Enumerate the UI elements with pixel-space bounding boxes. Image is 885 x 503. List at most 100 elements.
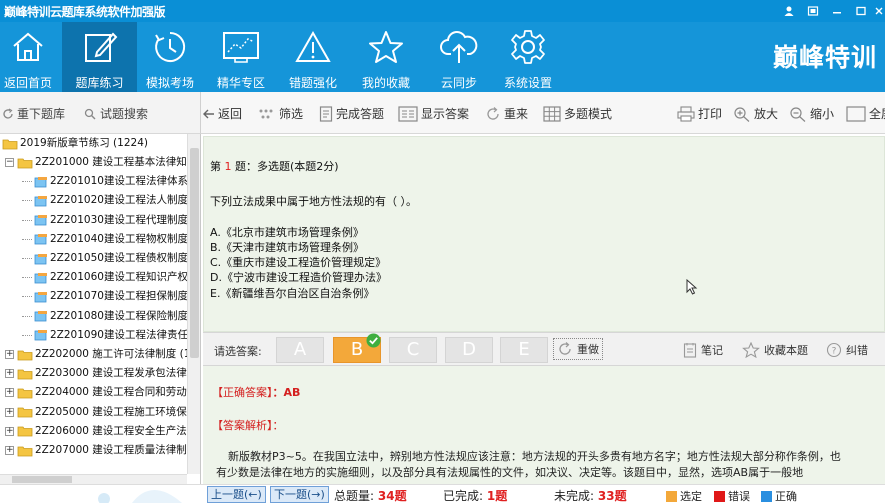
print-label: 打印 <box>698 107 723 121</box>
undone-value: 33题 <box>597 489 627 503</box>
ribbon-essence[interactable]: 精华专区 <box>203 22 279 92</box>
answer-prompt: 请选答案: <box>214 345 262 358</box>
redo-all-button[interactable]: 重来 <box>485 105 528 122</box>
tree-node[interactable]: − 2Z201000 建设工程基本法律知 <box>5 153 187 172</box>
report-error-button[interactable]: ? 纠错 <box>826 342 868 358</box>
tree-node[interactable]: 2Z201050建设工程债权制度 <box>22 249 188 268</box>
option-e-text: E.《新疆维吾尔自治区自治条例》 <box>210 287 375 300</box>
expand-toggle[interactable]: + <box>5 369 14 379</box>
tree-node[interactable]: +2Z202000 施工许可法律制度 (1 <box>5 345 190 364</box>
tree-node[interactable]: 2Z201080建设工程保险制度 <box>22 307 188 326</box>
undone-count: 未完成: 33题 <box>554 487 627 503</box>
analysis-line-2: 有少数是法律在地方的实施细则，以及部分具有法规属性的文件，如决议、决定等。该题目… <box>216 466 804 479</box>
expand-toggle[interactable]: + <box>5 446 14 455</box>
answer-bar: 请选答案: A B C D E 重做 笔记 收藏本题 ? 纠错 <box>203 332 885 366</box>
tree-root[interactable]: 2019新版章节练习 (1224) <box>2 134 148 153</box>
filter-button[interactable]: 筛选 <box>256 105 303 122</box>
window-controls <box>777 0 885 22</box>
tree-node[interactable]: +2Z206000 建设工程安全生产法 <box>5 422 187 441</box>
chart-icon <box>203 24 279 70</box>
tree-node[interactable]: +2Z205000 建设工程施工环境保 <box>5 403 187 422</box>
tree-node[interactable]: 2Z201090建设工程法律责任 <box>22 326 188 345</box>
clock-icon <box>137 24 203 70</box>
chapter-doc-icon <box>34 330 47 341</box>
answer-option-e[interactable]: E <box>500 337 548 363</box>
zoom-in-button[interactable]: 放大 <box>733 105 778 122</box>
ribbon-mistakes[interactable]: 错题强化 <box>279 22 347 92</box>
note-button[interactable]: 笔记 <box>683 342 723 358</box>
legend-correct-label: 正确 <box>775 490 797 503</box>
minimize-icon[interactable] <box>825 0 849 22</box>
chapter-doc-icon <box>34 176 47 188</box>
tree-node[interactable]: +2Z203000 建设工程发承包法律 <box>5 364 187 383</box>
tree-node[interactable]: 2Z201030建设工程代理制度 <box>22 211 188 230</box>
title-bar: 巅峰特训云题库系统软件加强版 <box>0 0 885 22</box>
next-question-button[interactable]: 下一题(→) <box>270 486 329 503</box>
ribbon-practice-label: 题库练习 <box>75 76 124 90</box>
zoom-out-icon <box>790 106 806 122</box>
reload-bank-label: 重下题库 <box>17 107 66 121</box>
star-icon <box>742 342 760 358</box>
user-icon[interactable] <box>777 0 801 22</box>
decorative-graphic-icon <box>98 490 182 503</box>
prev-question-button[interactable]: 上一题(←) <box>207 486 266 503</box>
multi-mode-button[interactable]: 多题模式 <box>543 105 612 122</box>
star-icon <box>347 24 425 70</box>
zoom-out-button[interactable]: 缩小 <box>789 105 834 122</box>
ribbon-sync[interactable]: 云同步 <box>425 22 493 92</box>
tree-node-label: 2Z203000 建设工程发承包法律 <box>35 367 187 380</box>
zoom-in-icon <box>734 106 750 122</box>
expand-toggle[interactable]: + <box>5 388 14 398</box>
tree-node[interactable]: 2Z201020建设工程法人制度 <box>22 191 188 210</box>
expand-toggle[interactable]: + <box>5 426 14 436</box>
tree-node[interactable]: 2Z201040建设工程物权制度 <box>22 230 188 249</box>
tree-node-label: 2Z206000 建设工程安全生产法 <box>35 424 187 437</box>
tree-node-label: 2Z201010建设工程法律体系 <box>50 175 188 188</box>
favorite-button[interactable]: 收藏本题 <box>742 342 808 358</box>
legend-selected-label: 选定 <box>680 490 702 503</box>
tree-node-label: 2Z201030建设工程代理制度 <box>50 213 188 226</box>
back-button[interactable]: 返回 <box>203 105 242 122</box>
ribbon-home[interactable]: 返回首页 <box>0 22 56 92</box>
close-icon[interactable] <box>873 0 885 22</box>
done-count: 已完成: 1题 <box>443 487 507 503</box>
total-label: 总题量: <box>334 489 375 503</box>
search-question-label: 试题搜索 <box>100 107 149 121</box>
redo-question-button[interactable]: 重做 <box>553 338 603 360</box>
collapse-toggle[interactable]: − <box>5 158 14 167</box>
question-header: 第 1 题：多选题(本题2分) <box>210 158 339 174</box>
tree-node[interactable]: +2Z207000 建设工程质量法律制 <box>5 441 187 460</box>
tree-node[interactable]: +2Z204000 建设工程合同和劳动 <box>5 383 187 402</box>
search-question-button[interactable]: 试题搜索 <box>84 105 148 122</box>
tree-node-label: 2Z201090建设工程法律责任 <box>50 328 188 341</box>
printer-icon <box>677 105 695 122</box>
tree-node[interactable]: 2Z201070建设工程担保制度 <box>22 287 188 306</box>
reload-bank-button[interactable]: 重下题库 <box>2 105 65 122</box>
expand-toggle[interactable]: + <box>5 407 14 417</box>
chapter-doc-icon <box>34 234 47 245</box>
ribbon-settings[interactable]: 系统设置 <box>493 22 563 92</box>
tree-node[interactable]: 2Z201010建设工程法律体系 <box>22 172 188 191</box>
cloud-upload-icon <box>425 24 493 70</box>
ribbon-exam[interactable]: 模拟考场 <box>137 22 203 92</box>
explanation-panel: 【正确答案】：AB 【答案解析】： 新版教材P3~5。在我国立法中，辨别地方性法… <box>203 366 885 484</box>
search-icon <box>84 108 96 119</box>
ribbon-favorites[interactable]: 我的收藏 <box>347 22 425 92</box>
ribbon-essence-label: 精华专区 <box>216 76 265 90</box>
answer-option-c[interactable]: C <box>389 337 437 363</box>
show-answer-button[interactable]: 显示答案 <box>398 105 469 122</box>
fullscreen-button[interactable]: 全屏 <box>846 105 885 122</box>
tree-vscrollbar[interactable] <box>187 134 200 474</box>
tree-node-label: 2Z201060建设工程知识产权 <box>50 271 188 284</box>
print-button[interactable]: 打印 <box>677 105 722 122</box>
answer-option-d[interactable]: D <box>445 337 493 363</box>
chapter-doc-icon <box>34 311 47 322</box>
refresh-icon <box>487 106 499 120</box>
finish-button[interactable]: 完成答题 <box>319 105 384 122</box>
expand-toggle[interactable]: + <box>5 350 14 359</box>
ribbon-practice[interactable]: 题库练习 <box>62 22 137 92</box>
skin-icon[interactable] <box>801 0 825 22</box>
answer-option-a[interactable]: A <box>276 337 324 363</box>
tree-node[interactable]: 2Z201060建设工程知识产权 <box>22 268 188 287</box>
maximize-icon[interactable] <box>849 0 873 22</box>
